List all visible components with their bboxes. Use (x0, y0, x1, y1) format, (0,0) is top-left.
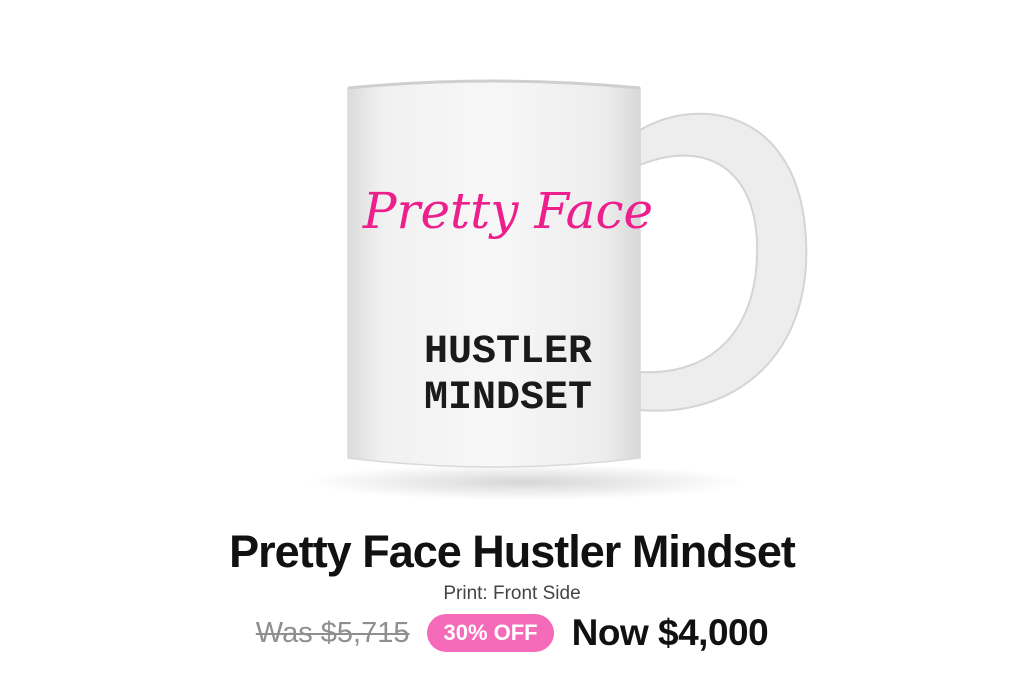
product-title: Pretty Face Hustler Mindset (229, 526, 796, 577)
mug-print-script: Pretty Face (362, 182, 653, 240)
sale-price: Now $4,000 (571, 612, 769, 653)
mug-handle (639, 112, 808, 412)
print-option-label: Print: Front Side (443, 583, 581, 604)
original-price: Was $5,715 (255, 616, 410, 649)
price-row: Was $5,715 30% OFF Now $4,000 (0, 612, 1024, 654)
mug-print-line-hustler: HUSTLER (424, 330, 592, 375)
mug-illustration: Pretty Face HUSTLER MINDSET (305, 79, 808, 500)
product-image: Pretty Face HUSTLER MINDSET (0, 0, 1024, 520)
mug-shadow (305, 464, 745, 500)
discount-badge: 30% OFF (427, 614, 554, 652)
product-info: Pretty Face Hustler Mindset Print: Front… (0, 526, 1024, 654)
mug-print-line-mindset: MINDSET (424, 376, 592, 421)
